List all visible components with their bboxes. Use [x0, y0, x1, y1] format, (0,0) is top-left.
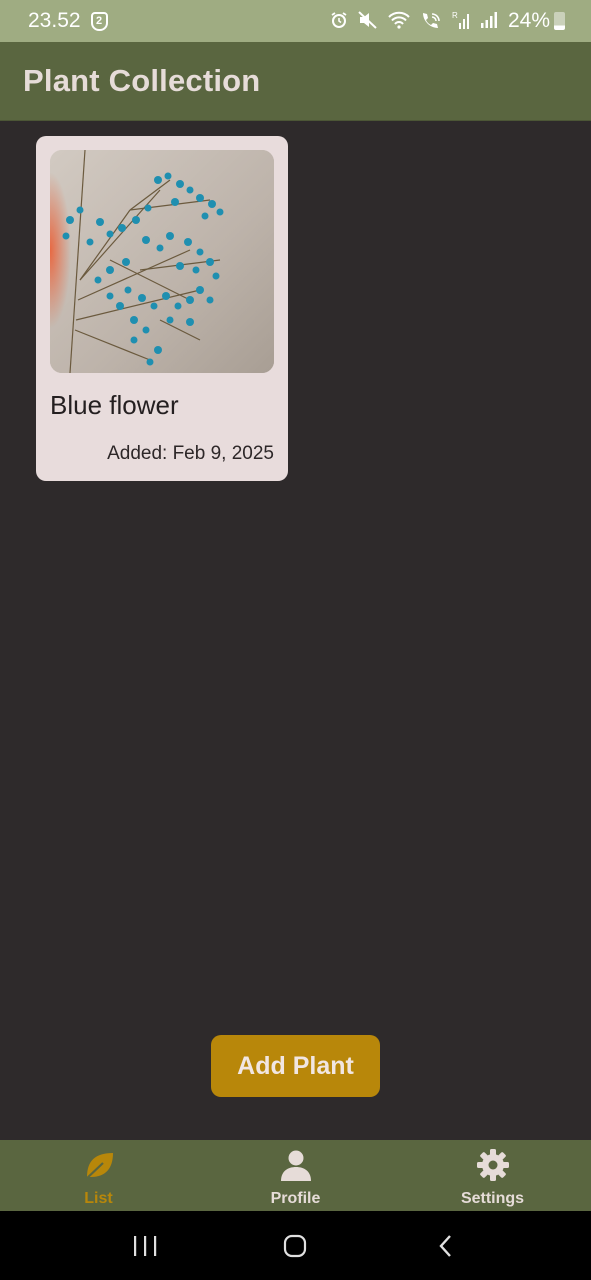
recent-apps-icon: [134, 1235, 157, 1256]
roaming-signal-icon: R: [452, 10, 470, 33]
nav-item-list[interactable]: List: [0, 1140, 197, 1211]
plant-card[interactable]: Blue flower Added: Feb 9, 2025: [36, 136, 288, 481]
nav-label-profile: Profile: [270, 1190, 321, 1207]
wifi-calling-icon: [420, 11, 442, 32]
plant-added-date: Added: Feb 9, 2025: [107, 443, 274, 464]
add-plant-button[interactable]: Add Plant: [211, 1035, 380, 1097]
wifi-icon: [388, 11, 410, 32]
status-left: 23.52 2: [28, 9, 108, 33]
nav-label-list: List: [84, 1190, 113, 1207]
status-bar: 23.52 2 R 24%: [0, 0, 591, 42]
alarm-icon: [330, 11, 348, 32]
status-time: 23.52: [28, 9, 81, 32]
recent-apps-button[interactable]: [115, 1226, 175, 1266]
app-screen: 23.52 2 R 24% Plant Collection Blue flow…: [0, 0, 591, 1280]
home-icon: [284, 1234, 307, 1257]
bottom-nav: List Profile Settings: [0, 1140, 591, 1211]
svg-text:R: R: [452, 11, 458, 20]
gear-icon: [475, 1147, 511, 1188]
mute-icon: [358, 10, 378, 32]
nav-item-profile[interactable]: Profile: [197, 1140, 394, 1211]
back-icon: [439, 1234, 451, 1257]
leaf-icon: [81, 1147, 117, 1188]
status-right: R 24%: [330, 9, 565, 33]
home-button[interactable]: [265, 1226, 325, 1266]
nav-label-settings: Settings: [460, 1190, 525, 1207]
plant-photo: [50, 150, 274, 373]
system-nav-bar: [0, 1211, 591, 1280]
battery-percent: 24%: [507, 9, 550, 32]
nav-item-settings[interactable]: Settings: [394, 1140, 591, 1211]
battery-icon: [554, 12, 565, 30]
app-bar: Plant Collection: [0, 42, 591, 121]
signal-icon: [480, 11, 498, 32]
person-icon: [278, 1147, 314, 1188]
back-button[interactable]: [416, 1226, 476, 1266]
notification-badge: 2: [90, 11, 108, 31]
plant-name: Blue flower: [50, 390, 179, 420]
page-title: Plant Collection: [23, 63, 261, 98]
